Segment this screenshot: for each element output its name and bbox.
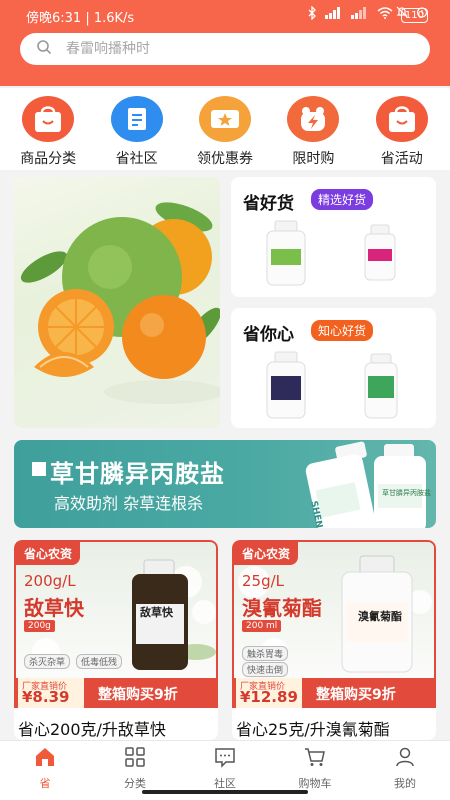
quick-nav-label: 省活动 [380,151,423,167]
product-benefit: 快速击倒 [242,662,289,677]
tab-label: 我的 [394,777,416,790]
grid-icon [124,746,146,772]
quick-nav-item-flash-sale[interactable]: 限时购 [269,88,357,170]
promo-card-peace-of-mind[interactable]: 省你心 知心好货 [231,308,436,428]
quick-nav-item-activity[interactable]: 省活动 [358,88,446,170]
tab-label: 省 [39,777,51,790]
price-bar: 厂家直销价 ¥12.89 整箱购买9折 [232,678,436,708]
banner-title: 草甘膦异丙胺盐 [50,460,225,488]
search-bar[interactable] [20,33,430,65]
quick-nav-item-community[interactable]: 省社区 [93,88,181,170]
price-promo: 整箱购买9折 [316,687,396,703]
quick-nav-label: 省社区 [115,151,158,167]
citrus-illustration [20,202,220,404]
bluetooth-icon [307,5,317,24]
price-box: 厂家直销价 ¥12.89 [236,678,302,708]
search-icon [36,39,52,59]
promo-card-title: 省好货 [243,194,294,214]
coupon-icon [198,96,251,142]
product-top-tag: 省心农资 [16,542,81,565]
flash-sale-icon [287,96,340,142]
activity-bag-icon [375,96,428,142]
product-benefit: 低毒低残 [76,654,123,669]
system-icons: 110 [307,5,428,24]
search-input[interactable] [66,41,386,57]
chat-icon [214,746,236,772]
promo-card-good-goods[interactable]: 省好货 精选好货 [231,177,436,297]
promo-card-tag: 精选好货 [311,189,374,210]
signal-icon [324,7,343,23]
promo-card-tag: 知心好货 [311,320,374,341]
price-value: ¥12.89 [240,688,298,706]
tab-profile[interactable]: 我的 [365,741,445,800]
battery-icon: 110 [400,7,428,23]
banner-bottle-label: 草甘膦异丙胺盐 [382,489,431,497]
promo-image-citrus[interactable] [14,177,220,428]
status-time: 傍晚6:31 | 1.6K/s [26,11,135,26]
product-card[interactable]: 敌草快 省心农资 200g/L 敌草快 200g 杀灭杂草 低毒低残 厂家直销价… [14,540,218,740]
shopping-bag-icon [22,96,75,142]
banner-glyphosate[interactable]: 草甘膦异丙胺盐 高效助剂 杂草连根杀 草甘膦异丙胺盐 SHENG [14,440,436,528]
tab-home[interactable]: 省 [5,741,85,800]
cart-icon [304,746,326,772]
document-icon [110,96,163,142]
product-name-big: 溴氰菊酯 [242,596,322,620]
tab-label: 购物车 [298,777,332,790]
quick-nav-label: 领优惠券 [196,151,253,167]
price-box: 厂家直销价 ¥8.39 [18,678,84,708]
quick-nav-label: 限时购 [292,151,335,167]
bottle-label: 溴氰菊酯 [358,610,402,623]
quick-nav-item-category[interactable]: 商品分类 [4,88,92,170]
product-volume: 200g [24,620,55,632]
product-caption: 省心25克/升溴氰菊酯 [236,720,390,739]
price-bar: 厂家直销价 ¥8.39 整箱购买9折 [14,678,218,708]
header: 傍晚6:31 | 1.6K/s 110 [0,0,450,86]
product-volume: 200 ml [242,620,282,632]
bottle-label: 敌草快 [140,606,173,619]
status-bar: 傍晚6:31 | 1.6K/s 110 [0,0,450,30]
quick-nav: 商品分类 省社区 领优惠券 限时购 省活动 [0,88,450,170]
product-caption: 省心200克/升敌草快 [18,720,166,739]
product-spec: 200g/L [24,572,76,590]
quick-nav-item-coupon[interactable]: 领优惠券 [181,88,269,170]
home-indicator [142,790,308,794]
banner-bottles-image [305,441,426,528]
home-icon [34,746,56,772]
signal-icon-2 [350,7,369,23]
tab-label: 分类 [124,777,146,790]
user-icon [394,746,416,772]
product-spec: 25g/L [242,572,285,590]
price-value: ¥8.39 [22,688,70,706]
product-benefit: 杀灭杂草 [24,654,71,669]
product-card[interactable]: 溴氰菊酯 省心农资 25g/L 溴氰菊酯 200 ml 触杀胃毒 快速击倒 厂家… [232,540,436,740]
banner-square-icon [32,462,46,476]
product-name-big: 敌草快 [24,596,84,620]
product-bottles-image [266,351,398,419]
quick-nav-label: 商品分类 [20,151,77,167]
promo-card-title: 省你心 [243,325,294,345]
product-top-tag: 省心农资 [234,542,299,565]
product-bottles-image [266,220,396,286]
tab-label: 社区 [214,777,236,790]
price-promo: 整箱购买9折 [98,687,178,703]
product-benefit: 触杀胃毒 [242,646,289,661]
wifi-icon [377,7,393,23]
banner-subtitle: 高效助剂 杂草连根杀 [54,494,204,513]
